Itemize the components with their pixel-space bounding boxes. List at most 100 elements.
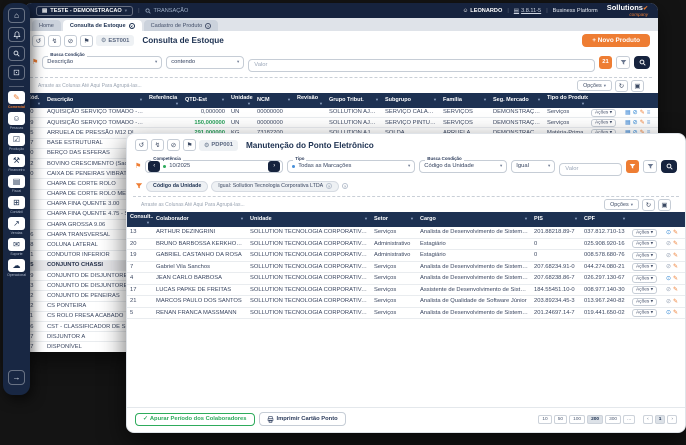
eye-icon[interactable]: ⊙ (666, 230, 671, 236)
imprimir-cartao-button[interactable]: Imprimir Cartão Ponto (259, 412, 346, 426)
eye-icon[interactable]: ⊘ (633, 120, 638, 126)
search-button[interactable] (661, 160, 677, 173)
row-actions-button[interactable]: Ações ▾ (591, 109, 616, 117)
calendar-icon[interactable]: ▦ (625, 120, 631, 126)
column-header-descric-a-o[interactable]: Descrição▼ (44, 93, 146, 108)
tab-consulta-de-estoque[interactable]: Consulta de Estoque× (63, 20, 142, 31)
row-actions-button[interactable]: Ações ▾ (632, 263, 657, 271)
search-field-select[interactable]: Descrição ▾ (42, 56, 162, 69)
row-actions-button[interactable]: Ações ▾ (632, 286, 657, 294)
eye-icon[interactable]: ⊘ (633, 110, 638, 116)
filter-funnel-icon[interactable]: ▼ (483, 97, 487, 102)
filter-funnel-icon[interactable]: ▼ (410, 216, 414, 221)
sidebar-item-vendas[interactable]: ↗Vendas (8, 217, 25, 235)
eye-off-icon[interactable]: ⊘ (666, 253, 671, 259)
column-header-refere-ncia[interactable]: Referência▼ (146, 93, 182, 108)
table-row[interactable]: 17LUCAS PAPKE DE FREITASSOLLUTION TECNOL… (127, 284, 685, 296)
eye-off-icon[interactable]: ⊘ (666, 299, 671, 305)
filter-pin-icon[interactable]: ⚑ (32, 58, 38, 66)
prev-page-icon[interactable]: ‹ (643, 415, 653, 424)
column-header-seg-mercado[interactable]: Seg. Mercado▼ (490, 93, 544, 108)
column-header-fami-lia[interactable]: Família▼ (440, 93, 490, 108)
columns-icon[interactable]: ▣ (631, 80, 644, 92)
edit-icon[interactable]: ✎ (673, 299, 678, 305)
column-header-grupo-tribut[interactable]: Grupo Tribut.▼ (326, 93, 382, 108)
table-row[interactable]: 19AQUISIÇÃO SERVIÇO TOMADO - PINTURA150,… (24, 118, 658, 128)
flash-icon[interactable]: ↯ (151, 139, 164, 151)
new-product-button[interactable]: + Novo Produto (582, 34, 650, 47)
row-actions-button[interactable]: Ações ▾ (632, 309, 657, 317)
edit-icon[interactable]: ✎ (673, 264, 678, 270)
row-actions-button[interactable]: Ações ▾ (632, 240, 657, 248)
sidebar-item-pessoas[interactable]: ☺Pessoas (8, 112, 25, 130)
remove-filter-icon[interactable]: × (326, 183, 332, 189)
pin-icon[interactable]: ⚑ (183, 139, 196, 151)
sidebar-item-conta-bil[interactable]: ⊞Contábil (8, 196, 25, 214)
transaction-search[interactable]: TRANSAÇÃO (145, 8, 189, 14)
sidebar-item-produc-a-o[interactable]: ☑Produção (8, 133, 25, 151)
bell-icon[interactable] (8, 27, 25, 42)
close-tab-icon[interactable]: × (205, 23, 211, 29)
row-actions-button[interactable]: Ações ▾ (591, 119, 616, 127)
filter-funnel-icon[interactable]: ▼ (247, 101, 251, 106)
options-button[interactable]: Opções ▾ (604, 199, 639, 210)
refresh-icon[interactable]: ↻ (642, 199, 655, 211)
column-header-tipo-do-produto[interactable]: Tipo do Produto▼ (544, 93, 588, 108)
search-operator-select[interactable]: contendo ▾ (166, 56, 244, 69)
busca-value-input[interactable] (559, 163, 622, 176)
company-selector[interactable]: ▤ TESTE - DEMONSTRACAO ▾ (36, 6, 133, 16)
tab-cadastro-de-produto[interactable]: Cadastro de Produto× (144, 20, 219, 31)
page-size-100[interactable]: 100 (569, 415, 585, 424)
filter-funnel-icon[interactable]: ▼ (524, 216, 528, 221)
home-icon[interactable]: ⌂ (8, 8, 25, 23)
column-header-cargo[interactable]: Cargo▼ (417, 212, 531, 227)
table-row[interactable]: 5RENAN FRANCA MASSMANNSOLLUTION TECNOLOG… (127, 307, 685, 319)
sidebar-item-comercial[interactable]: ✎Comercial (8, 91, 25, 109)
flash-icon[interactable]: ↯ (48, 35, 61, 47)
filter-funnel-icon[interactable]: ▼ (37, 101, 41, 106)
row-actions-button[interactable]: Ações ▾ (632, 252, 657, 260)
columns-icon[interactable]: ▣ (658, 199, 671, 211)
row-actions-button[interactable]: Ações ▾ (632, 298, 657, 306)
filter-funnel-icon[interactable]: ▼ (581, 101, 585, 106)
busca-field-select[interactable]: Código da Unidade ▾ (419, 160, 507, 173)
clear-filter-icon[interactable]: ⊘ (64, 35, 77, 47)
history-icon[interactable]: ↺ (135, 139, 148, 151)
tipo-select[interactable]: Todas as Marcações ▾ (287, 160, 415, 173)
search-icon[interactable] (8, 46, 25, 61)
clear-filters-icon[interactable] (643, 160, 657, 173)
table-row[interactable]: 21MARCOS PAULO DOS SANTOSSOLLUTION TECNO… (127, 296, 685, 308)
clear-filter-icon[interactable]: ⊘ (167, 139, 180, 151)
next-page-icon[interactable]: › (667, 415, 677, 424)
eye-off-icon[interactable]: ⊘ (666, 241, 671, 247)
column-header-unidade[interactable]: Unidade▼ (247, 212, 371, 227)
edit-icon[interactable]: ✎ (673, 310, 678, 316)
user-menu[interactable]: ☺ LEONARDO (463, 8, 503, 14)
filter-count-badge[interactable]: 21 (599, 56, 612, 69)
table-row[interactable]: 4JEAN CARLO BARBOSASOLLUTION TECNOLOGIA … (127, 273, 685, 285)
page-size-50[interactable]: 50 (554, 415, 567, 424)
next-month-button[interactable]: › (268, 161, 280, 172)
column-header-pis[interactable]: PIS▼ (531, 212, 581, 227)
filter-field-chip[interactable]: Código da Unidade (146, 181, 208, 192)
filter-funnel-icon[interactable]: ▼ (319, 101, 323, 106)
filter-funnel-icon[interactable]: ▼ (240, 216, 244, 221)
filter-funnel-icon[interactable]: ▼ (433, 97, 437, 102)
page-size-more[interactable]: ... (623, 415, 635, 424)
current-page[interactable]: 1 (655, 415, 666, 424)
assistant-icon[interactable]: ⊡ (8, 65, 25, 80)
sidebar-item-financeiro[interactable]: ⚒Financeiro (8, 154, 25, 172)
filter-funnel-icon[interactable]: ▼ (537, 97, 541, 102)
logout-icon[interactable]: → (8, 370, 25, 385)
filter-funnel-icon[interactable]: ▼ (221, 97, 225, 102)
calendar-icon[interactable]: ▦ (625, 110, 631, 116)
eye-off-icon[interactable]: ⊘ (666, 264, 671, 270)
column-header-ncm[interactable]: NCM▼ (254, 93, 294, 108)
filter-funnel-icon[interactable]: ▼ (146, 220, 150, 225)
close-tab-icon[interactable]: × (129, 23, 135, 29)
column-header-setor[interactable]: Setor▼ (371, 212, 417, 227)
page-size-300[interactable]: 300 (605, 415, 621, 424)
filter-funnel-icon[interactable]: ▼ (175, 101, 179, 106)
edit-icon[interactable]: ✎ (673, 287, 678, 293)
clear-filters-icon[interactable] (616, 56, 630, 69)
